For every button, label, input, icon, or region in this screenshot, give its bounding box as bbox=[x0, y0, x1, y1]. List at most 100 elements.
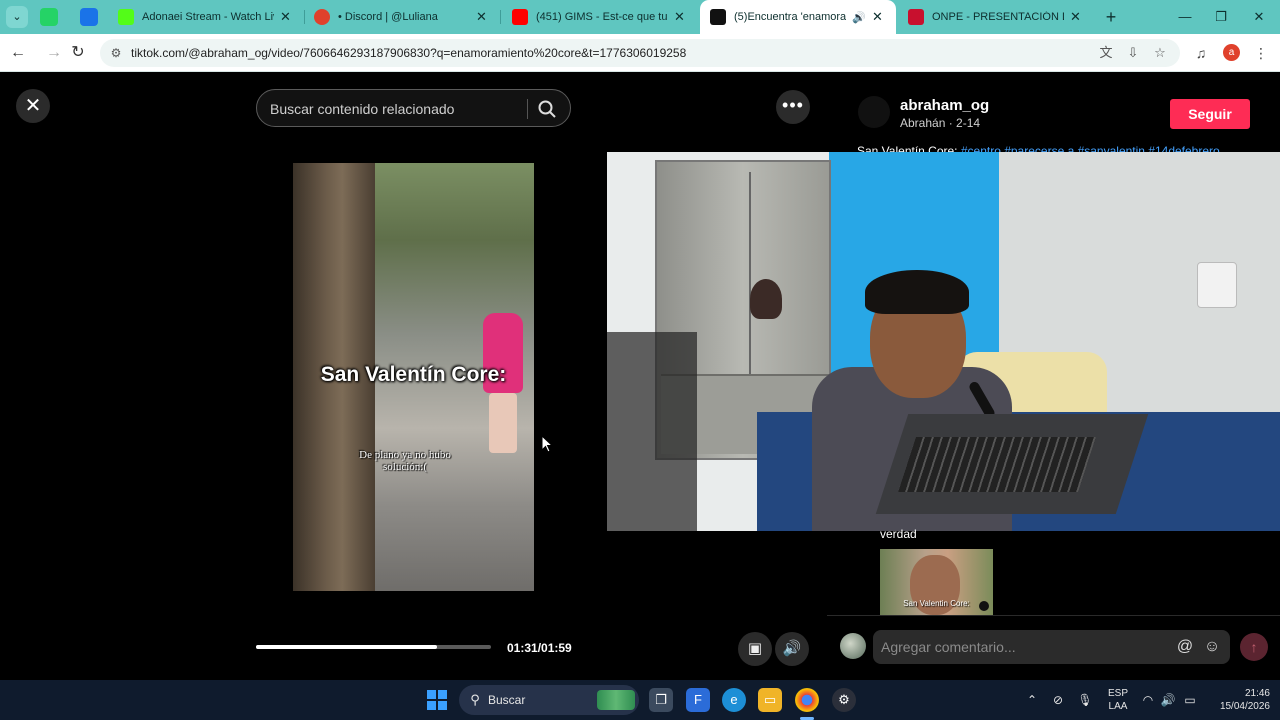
translate-icon[interactable]: 文 bbox=[1097, 44, 1115, 62]
author-avatar[interactable] bbox=[858, 96, 890, 128]
close-tab-icon[interactable]: ✕ bbox=[1070, 9, 1084, 25]
related-video-thumbnail[interactable]: San Valentin Core: bbox=[880, 549, 993, 615]
tab-onpe[interactable]: ONPE - PRESENTACIÓN DE RES ✕ bbox=[898, 0, 1094, 34]
clock-time: 21:46 bbox=[1244, 688, 1270, 699]
new-tab-button[interactable]: + bbox=[1100, 6, 1122, 28]
tab-title: (451) GIMS - Est-ce que tu m'ai bbox=[536, 11, 668, 23]
close-tab-icon[interactable]: ✕ bbox=[872, 9, 886, 25]
address-bar[interactable]: ⚙ tiktok.com/@abraham_og/video/760664629… bbox=[100, 39, 1180, 67]
url-text[interactable]: tiktok.com/@abraham_og/video/76066462931… bbox=[131, 46, 686, 60]
menu-kebab-icon[interactable]: ⋮ bbox=[1251, 43, 1271, 63]
cam-chair bbox=[607, 332, 697, 531]
discord-favicon-icon bbox=[314, 9, 330, 25]
windows-start-icon[interactable] bbox=[427, 690, 447, 710]
search-icon[interactable] bbox=[537, 99, 557, 119]
tab-title: Adonaei Stream - Watch Live o bbox=[142, 11, 274, 23]
related-video-text: verdad bbox=[880, 527, 917, 541]
mention-icon[interactable]: @ bbox=[1175, 637, 1195, 657]
task-view-icon[interactable]: ❐ bbox=[649, 688, 673, 712]
file-explorer-icon[interactable]: ▭ bbox=[758, 688, 782, 712]
video-progress-fill bbox=[256, 645, 437, 649]
install-app-icon[interactable]: ⇩ bbox=[1124, 44, 1142, 62]
tab-youtube[interactable]: (451) GIMS - Est-ce que tu m'ai ✕ bbox=[502, 0, 698, 34]
follow-button[interactable]: Seguir bbox=[1170, 99, 1250, 129]
video-overlay-subtitle: De plano ya no hubo solución:( bbox=[359, 449, 451, 473]
mouse-cursor-icon bbox=[541, 435, 553, 453]
video-overlay-title: San Valentín Core: bbox=[320, 363, 507, 386]
chrome-icon[interactable] bbox=[795, 688, 819, 712]
close-tab-icon[interactable]: ✕ bbox=[476, 9, 490, 25]
language-code: ESP bbox=[1107, 688, 1128, 699]
tab-separator bbox=[500, 10, 501, 24]
webcam-overlay bbox=[607, 152, 1280, 531]
search-icon: ⚲ bbox=[470, 692, 480, 707]
video-time: 01:31/01:59 bbox=[507, 641, 572, 655]
site-info-icon[interactable]: ⚙ bbox=[108, 45, 124, 61]
tab-title: ONPE - PRESENTACIÓN DE RES bbox=[932, 11, 1064, 23]
author-name[interactable]: abraham_og bbox=[900, 97, 989, 114]
reload-button[interactable]: ↻ bbox=[66, 41, 90, 65]
pinned-tab-icon[interactable] bbox=[80, 8, 98, 26]
thumbnail-caption: San Valentin Core: bbox=[903, 599, 970, 608]
tiktok-video-page: ✕ Buscar contenido relacionado San Valen… bbox=[0, 73, 1280, 680]
video-scene-legs bbox=[489, 393, 517, 453]
search-highlight-image bbox=[597, 690, 635, 710]
wifi-icon[interactable]: ◠ bbox=[1140, 692, 1156, 708]
clock-date: 15/04/2026 bbox=[1219, 701, 1270, 712]
kick-favicon-icon bbox=[118, 9, 134, 25]
tab-strip: ⌄ Adonaei Stream - Watch Live o ✕ • Disc… bbox=[0, 0, 1280, 34]
close-video-button[interactable]: ✕ bbox=[16, 89, 50, 123]
profile-avatar[interactable]: a bbox=[1223, 44, 1240, 61]
comment-divider bbox=[827, 615, 1280, 616]
tab-title: (5)Encuentra 'enamoramien bbox=[734, 11, 846, 23]
cam-person-hair bbox=[865, 270, 969, 314]
browser-toolbar: ← → ↻ ⚙ tiktok.com/@abraham_og/video/760… bbox=[0, 34, 1280, 72]
battery-icon[interactable]: ▭ bbox=[1182, 692, 1198, 708]
author-subtitle: Abrahán · 2-14 bbox=[900, 116, 981, 130]
more-options-button[interactable]: ••• bbox=[776, 90, 810, 124]
speaker-icon[interactable]: 🔊 bbox=[852, 11, 866, 24]
app-icon-with-badge[interactable]: ⚙ bbox=[832, 688, 856, 712]
tab-title: • Discord | @Luliana bbox=[338, 11, 438, 23]
comment-input[interactable]: Agregar comentario... bbox=[881, 639, 1016, 655]
keyboard-layout: LAA bbox=[1108, 701, 1128, 712]
user-avatar[interactable] bbox=[840, 633, 866, 659]
cam-wall-outlet bbox=[1197, 262, 1237, 308]
speaker-icon[interactable]: 🔊 bbox=[1160, 692, 1176, 708]
tab-discord[interactable]: • Discord | @Luliana ✕ bbox=[304, 0, 500, 34]
system-clock[interactable]: 21:46 15/04/2026 bbox=[1208, 687, 1270, 713]
close-tab-icon[interactable]: ✕ bbox=[280, 9, 294, 25]
taskbar-search[interactable]: ⚲ Buscar bbox=[459, 685, 639, 715]
media-controls-icon[interactable]: ♫ bbox=[1191, 43, 1211, 63]
video-progress-bar[interactable] bbox=[256, 645, 491, 649]
video-player[interactable]: San Valentín Core: De plano ya no hubo s… bbox=[293, 163, 534, 591]
bookmark-star-icon[interactable]: ☆ bbox=[1151, 44, 1169, 62]
related-search-bar[interactable]: Buscar contenido relacionado bbox=[256, 89, 571, 127]
search-divider bbox=[527, 99, 528, 119]
whatsapp-pinned-tab-icon[interactable] bbox=[40, 8, 58, 26]
send-comment-button[interactable]: ↑ bbox=[1240, 633, 1268, 661]
windows-taskbar: ⚲ Buscar ❐ F e ▭ ⚙ ⌃ ⊘ 🎙 ESP LAA ◠ 🔊 ▭ 2… bbox=[0, 680, 1280, 720]
onpe-favicon-icon bbox=[908, 9, 924, 25]
emoji-icon[interactable]: ☺ bbox=[1202, 637, 1222, 657]
chevron-up-icon[interactable]: ⌃ bbox=[1024, 692, 1040, 708]
wifi-off-icon[interactable]: ⊘ bbox=[1050, 692, 1066, 708]
cam-hat bbox=[750, 279, 782, 319]
file-app-icon[interactable]: F bbox=[686, 688, 710, 712]
microphone-icon[interactable]: 🎙 bbox=[1077, 692, 1093, 708]
tab-tiktok[interactable]: (5)Encuentra 'enamoramien 🔊 ✕ bbox=[700, 0, 896, 34]
tab-search-button[interactable]: ⌄ bbox=[6, 6, 28, 28]
comment-field[interactable]: Agregar comentario... @ ☺ bbox=[873, 630, 1230, 664]
edge-icon[interactable]: e bbox=[722, 688, 746, 712]
back-button[interactable]: ← bbox=[6, 41, 30, 65]
youtube-favicon-icon bbox=[512, 9, 528, 25]
volume-button[interactable]: 🔊 bbox=[775, 632, 809, 666]
close-window-button[interactable]: ✕ bbox=[1236, 0, 1280, 34]
tiktok-favicon-icon bbox=[710, 9, 726, 25]
close-tab-icon[interactable]: ✕ bbox=[674, 9, 688, 25]
search-input[interactable]: Buscar contenido relacionado bbox=[270, 101, 454, 117]
tab-kick[interactable]: Adonaei Stream - Watch Live o ✕ bbox=[108, 0, 304, 34]
floating-player-button[interactable]: ▣ bbox=[738, 632, 772, 666]
forward-button[interactable]: → bbox=[42, 41, 66, 65]
language-indicator[interactable]: ESP LAA bbox=[1106, 687, 1130, 713]
